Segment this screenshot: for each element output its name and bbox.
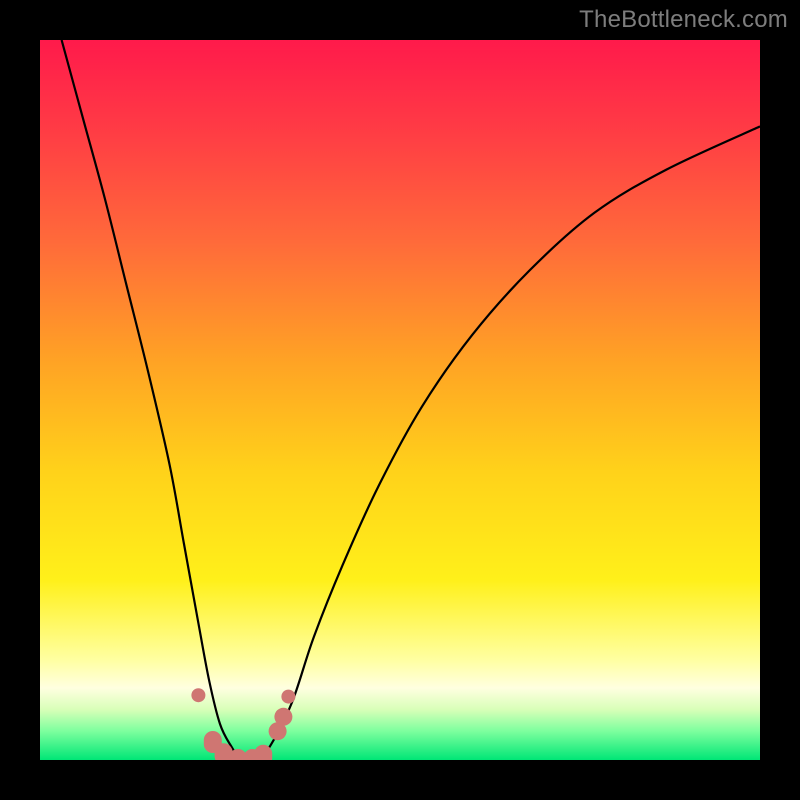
plot-area: [40, 40, 760, 760]
bottleneck-curve: [62, 40, 760, 760]
marker-dot: [191, 688, 205, 702]
watermark-text: TheBottleneck.com: [579, 6, 788, 34]
curve-layer: [40, 40, 760, 760]
chart-frame: TheBottleneck.com: [0, 0, 800, 800]
marker-dot: [281, 690, 295, 704]
marker-dot: [274, 708, 292, 726]
curve-markers: [191, 688, 295, 760]
